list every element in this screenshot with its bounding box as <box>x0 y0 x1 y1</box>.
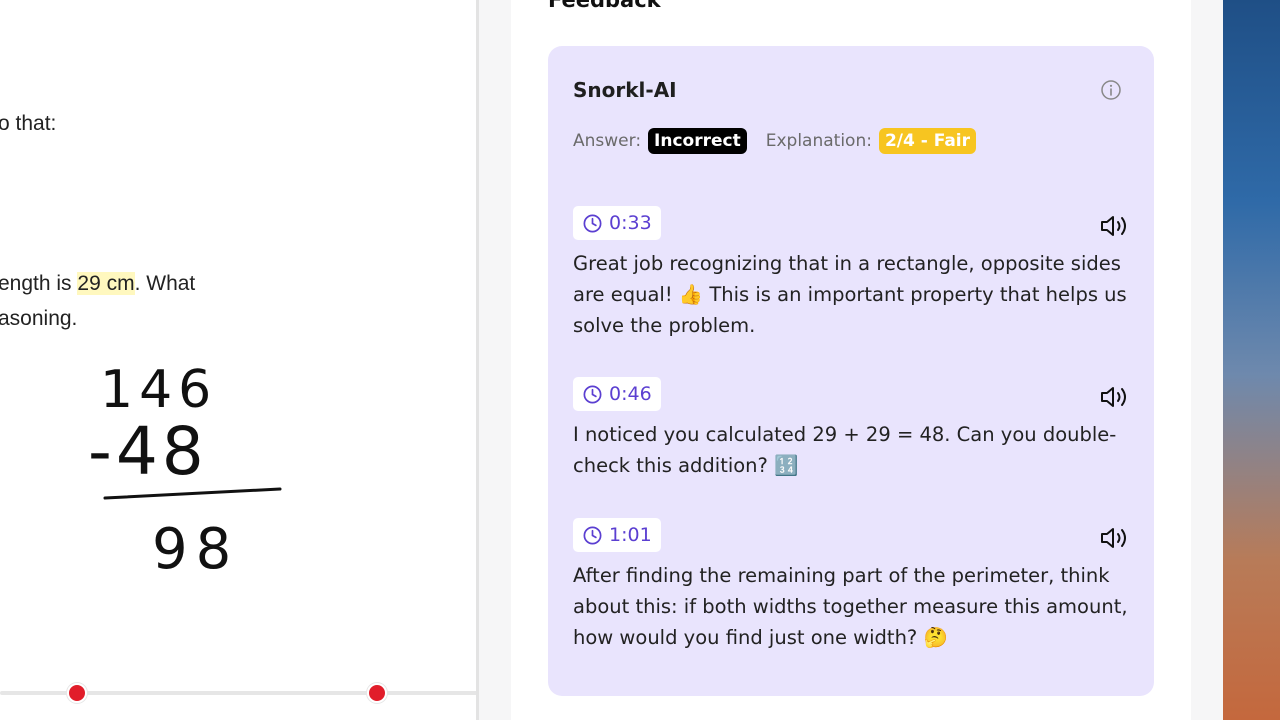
feedback-item: 0:33 Great job recognizing that in a rec… <box>573 206 1133 341</box>
handwriting-top: 146 <box>100 360 217 420</box>
question-text: . What <box>134 272 196 295</box>
feedback-item: 0:46 I noticed you calculated 29 + 29 = … <box>573 377 1133 481</box>
question-text: asoning. <box>0 307 78 330</box>
timestamp-button[interactable]: 0:46 <box>573 377 661 411</box>
underline <box>103 487 282 500</box>
answer-label: Answer: <box>573 131 642 151</box>
speaker-icon[interactable] <box>1099 214 1131 238</box>
grade-summary: Answer: Incorrect Explanation: 2/4 - Fai… <box>573 126 977 156</box>
speaker-icon[interactable] <box>1099 526 1131 550</box>
feedback-heading: Feedback <box>548 0 661 12</box>
video-timeline[interactable] <box>0 683 478 703</box>
card-title: Snorkl-AI <box>573 78 677 102</box>
worksheet-pane: o that: ength is 29 cm. What asoning. 14… <box>0 0 478 720</box>
explanation-badge: 2/4 - Fair <box>878 128 977 154</box>
clock-icon <box>583 526 602 544</box>
timeline-marker[interactable] <box>367 683 387 703</box>
handwriting-subtract: -48 <box>88 413 208 490</box>
feedback-panel: Feedback Snorkl-AI Answer: Incorrect Exp… <box>479 0 1223 720</box>
highlighted-text: 29 cm <box>77 272 135 295</box>
clock-icon <box>583 385 602 403</box>
feedback-sheet: Feedback Snorkl-AI Answer: Incorrect Exp… <box>511 0 1191 720</box>
explanation-label: Explanation: <box>765 131 872 151</box>
timestamp-button[interactable]: 1:01 <box>573 518 661 552</box>
feedback-item: 1:01 After finding the remaining part of… <box>573 518 1133 653</box>
timeline-marker[interactable] <box>67 683 87 703</box>
question-text-line-2: ength is 29 cm. What <box>0 272 195 296</box>
info-icon[interactable] <box>1100 79 1122 101</box>
feedback-text: Great job recognizing that in a rectangl… <box>573 252 1127 337</box>
feedback-text: After finding the remaining part of the … <box>573 564 1128 649</box>
speaker-icon[interactable] <box>1099 385 1131 409</box>
answer-badge: Incorrect <box>648 128 747 154</box>
timestamp-label: 0:33 <box>609 212 652 234</box>
handwriting-result: 98 <box>152 517 239 582</box>
desktop-background <box>1223 0 1280 720</box>
clock-icon <box>583 214 602 232</box>
question-text: o that: <box>0 112 57 135</box>
timestamp-button[interactable]: 0:33 <box>573 206 661 240</box>
ai-feedback-card: Snorkl-AI Answer: Incorrect Explanation:… <box>548 46 1154 696</box>
question-text-line-1: o that: <box>0 112 56 136</box>
feedback-text: I noticed you calculated 29 + 29 = 48. C… <box>573 423 1117 477</box>
question-text-line-3: asoning. <box>0 307 77 331</box>
timestamp-label: 0:46 <box>609 383 652 405</box>
question-text: ength is <box>0 272 78 295</box>
timestamp-label: 1:01 <box>609 524 652 546</box>
handwritten-work: 146 -48 98 <box>88 360 282 582</box>
